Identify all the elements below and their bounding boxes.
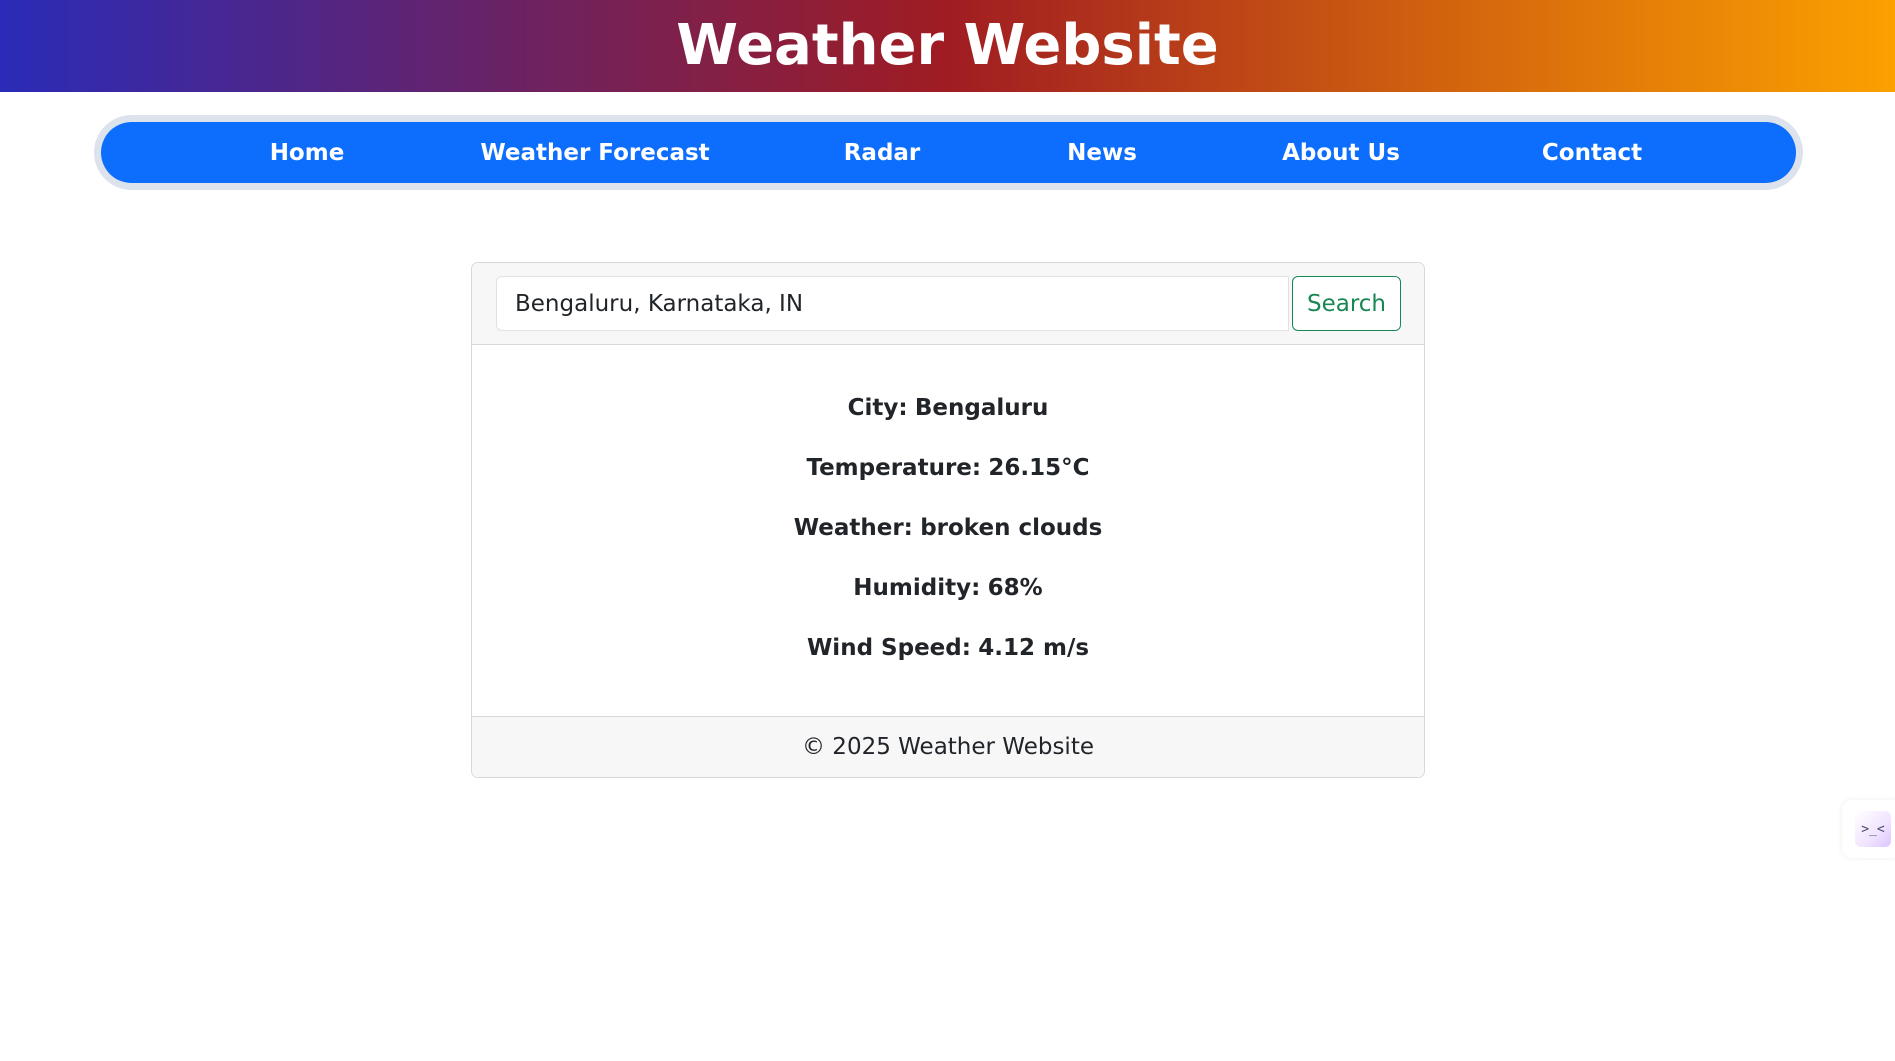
temperature-row: Temperature: 26.15°C — [472, 455, 1424, 483]
city-row: City: Bengaluru — [472, 395, 1424, 423]
humidity-label: Humidity: — [853, 575, 981, 601]
search-bar: Search — [472, 263, 1424, 345]
city-value: Bengaluru — [914, 395, 1049, 421]
wind-speed-row: Wind Speed: 4.12 m/s — [472, 635, 1424, 663]
main-nav: Home Weather Forecast Radar News About U… — [101, 122, 1796, 183]
site-header: Weather Website — [0, 0, 1895, 92]
nav-item-radar[interactable]: Radar — [844, 140, 921, 166]
nav-bar-container: Home Weather Forecast Radar News About U… — [94, 115, 1803, 190]
humidity-row: Humidity: 68% — [472, 575, 1424, 603]
weather-details: City: Bengaluru Temperature: 26.15°C Wea… — [472, 345, 1424, 717]
nav-item-weather-forecast[interactable]: Weather Forecast — [480, 140, 709, 166]
nav-item-home[interactable]: Home — [270, 140, 345, 166]
city-label: City: — [847, 395, 908, 421]
humidity-value: 68% — [987, 575, 1043, 601]
weather-card: Search City: Bengaluru Temperature: 26.1… — [471, 262, 1425, 778]
condition-value: broken clouds — [920, 515, 1103, 541]
wind-speed-label: Wind Speed: — [806, 635, 971, 661]
card-footer: © 2025 Weather Website — [472, 716, 1424, 777]
nav-item-about-us[interactable]: About Us — [1282, 140, 1400, 166]
nav-item-news[interactable]: News — [1067, 140, 1137, 166]
nav-item-contact[interactable]: Contact — [1542, 140, 1642, 166]
temperature-value: 26.15°C — [988, 455, 1090, 481]
condition-label: Weather: — [793, 515, 913, 541]
terminal-icon[interactable]: >_< — [1855, 811, 1891, 847]
side-widget[interactable]: >_< — [1842, 800, 1895, 858]
copyright-text: © 2025 Weather Website — [802, 734, 1094, 760]
site-title: Weather Website — [676, 13, 1219, 78]
search-button[interactable]: Search — [1292, 276, 1401, 331]
wind-speed-value: 4.12 m/s — [978, 635, 1090, 661]
condition-row: Weather: broken clouds — [472, 515, 1424, 543]
temperature-label: Temperature: — [806, 455, 982, 481]
city-search-input[interactable] — [496, 276, 1289, 331]
